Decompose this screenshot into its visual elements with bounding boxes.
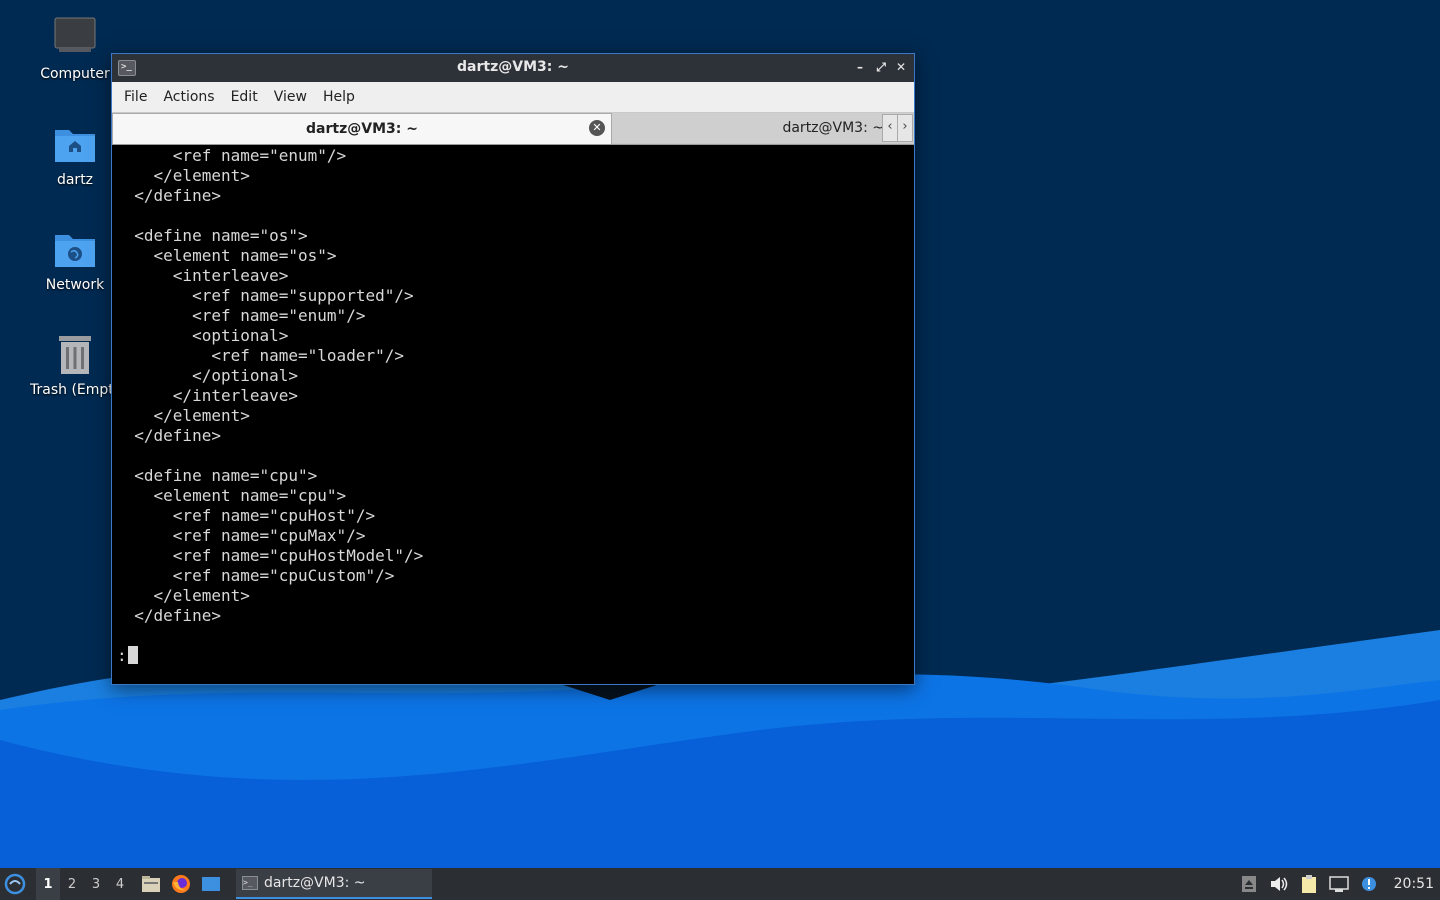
terminal-line: <ref name="enum"/> — [115, 306, 366, 325]
task-button-terminal[interactable]: >_ dartz@VM3: ~ — [236, 869, 432, 899]
tab-label: dartz@VM3: ~ — [306, 121, 418, 137]
terminal-line: </element> — [115, 586, 250, 605]
terminal-line: <ref name="supported"/> — [115, 286, 414, 305]
eject-icon — [1241, 876, 1256, 892]
tab-scroll-left-button[interactable]: ‹ — [882, 114, 898, 142]
terminal-line: </optional> — [115, 366, 299, 385]
trash-icon — [59, 336, 91, 374]
window-title: dartz@VM3: ~ — [457, 59, 569, 75]
workspace-switcher: 1 2 3 4 — [36, 868, 132, 900]
terminal-line: <ref name="enum"/> — [115, 146, 347, 165]
file-manager-icon — [142, 876, 160, 892]
terminal-window[interactable]: >_ dartz@VM3: ~ – ⤢ ✕ File Actions Edit … — [111, 53, 915, 685]
desktop-icon-label: Computer — [40, 66, 110, 82]
workspace-3[interactable]: 3 — [84, 868, 108, 900]
workspace-2[interactable]: 2 — [60, 868, 84, 900]
desktop-icon-label: dartz — [56, 172, 94, 188]
file-manager-launcher[interactable] — [140, 873, 162, 895]
menu-bar: File Actions Edit View Help — [112, 82, 914, 112]
terminal-line: <optional> — [115, 326, 289, 345]
tab-scroll-right-button[interactable]: › — [897, 114, 913, 142]
task-button-label: dartz@VM3: ~ — [264, 875, 366, 891]
text-cursor — [127, 646, 138, 664]
terminal-line: <define name="os"> — [115, 226, 308, 245]
show-desktop-launcher[interactable] — [200, 873, 222, 895]
network-folder-icon — [55, 235, 95, 267]
terminal-line: <element name="os"> — [115, 246, 337, 265]
terminal-line: </interleave> — [115, 386, 299, 405]
lubuntu-logo-icon — [4, 873, 26, 895]
terminal-line: <ref name="cpuCustom"/> — [115, 566, 395, 585]
update-notifier-icon — [1361, 877, 1376, 891]
maximize-button[interactable]: ⤢ — [873, 59, 889, 75]
terminal-line: <ref name="cpuMax"/> — [115, 526, 366, 545]
firefox-icon — [172, 875, 190, 893]
desktop-icon-label: Network — [45, 277, 105, 293]
taskbar: 1 2 3 4 >_ dartz@VM3: ~ 20:51 — [0, 868, 1440, 900]
volume-icon — [1270, 877, 1287, 891]
desktop-icon-label: Trash (Empty) — [30, 382, 120, 398]
tab-bar: dartz@VM3: ~ ✕ dartz@VM3: ~ ‹ › — [112, 112, 914, 145]
terminal-line: </define> — [115, 186, 221, 205]
terminal-line: </element> — [115, 406, 250, 425]
workspace-1[interactable]: 1 — [36, 868, 60, 900]
close-button[interactable]: ✕ — [893, 59, 909, 75]
clock[interactable]: 20:51 — [1384, 876, 1440, 892]
terminal-line: <ref name="loader"/> — [115, 346, 404, 365]
computer-icon — [54, 17, 96, 52]
terminal-line: </define> — [115, 606, 221, 625]
menu-actions[interactable]: Actions — [155, 89, 222, 105]
pager-prompt: : — [117, 646, 138, 666]
clipboard-icon — [1301, 875, 1316, 893]
firefox-launcher[interactable] — [170, 873, 192, 895]
terminal-line: <ref name="cpuHostModel"/> — [115, 546, 424, 565]
menu-edit[interactable]: Edit — [223, 89, 266, 105]
tab-terminal-2[interactable]: dartz@VM3: ~ — [612, 113, 914, 143]
terminal-lines: <ref name="enum"/> </element> </define> … — [115, 146, 911, 626]
tab-label: dartz@VM3: ~ — [782, 120, 884, 136]
workspace-4[interactable]: 4 — [108, 868, 132, 900]
network-tray-button[interactable] — [1328, 873, 1350, 895]
terminal-line: <element name="cpu"> — [115, 486, 347, 505]
menu-help[interactable]: Help — [315, 89, 363, 105]
clipboard-tray-button[interactable] — [1298, 873, 1320, 895]
eject-tray-button[interactable] — [1238, 873, 1260, 895]
network-icon — [1328, 876, 1349, 892]
terminal-line: </define> — [115, 426, 221, 445]
tab-terminal-1[interactable]: dartz@VM3: ~ ✕ — [112, 113, 612, 144]
terminal-line: <define name="cpu"> — [115, 466, 318, 485]
tab-close-icon[interactable]: ✕ — [589, 120, 605, 136]
window-titlebar[interactable]: >_ dartz@VM3: ~ – ⤢ ✕ — [112, 54, 914, 82]
terminal-output[interactable]: <ref name="enum"/> </element> </define> … — [115, 146, 911, 681]
menu-view[interactable]: View — [266, 89, 315, 105]
system-tray: 20:51 — [1234, 868, 1440, 900]
menu-file[interactable]: File — [116, 89, 155, 105]
home-folder-icon — [55, 130, 95, 162]
minimize-button[interactable]: – — [852, 59, 868, 75]
terminal-line: <ref name="cpuHost"/> — [115, 506, 376, 525]
prompt-text: : — [117, 646, 127, 665]
volume-tray-button[interactable] — [1268, 873, 1290, 895]
app-menu-button[interactable] — [4, 873, 26, 895]
terminal-line: <interleave> — [115, 266, 289, 285]
terminal-line: </element> — [115, 166, 250, 185]
terminal-icon: >_ — [242, 876, 258, 890]
desktop-icon — [202, 877, 220, 891]
update-notifier-tray-button[interactable] — [1358, 873, 1380, 895]
